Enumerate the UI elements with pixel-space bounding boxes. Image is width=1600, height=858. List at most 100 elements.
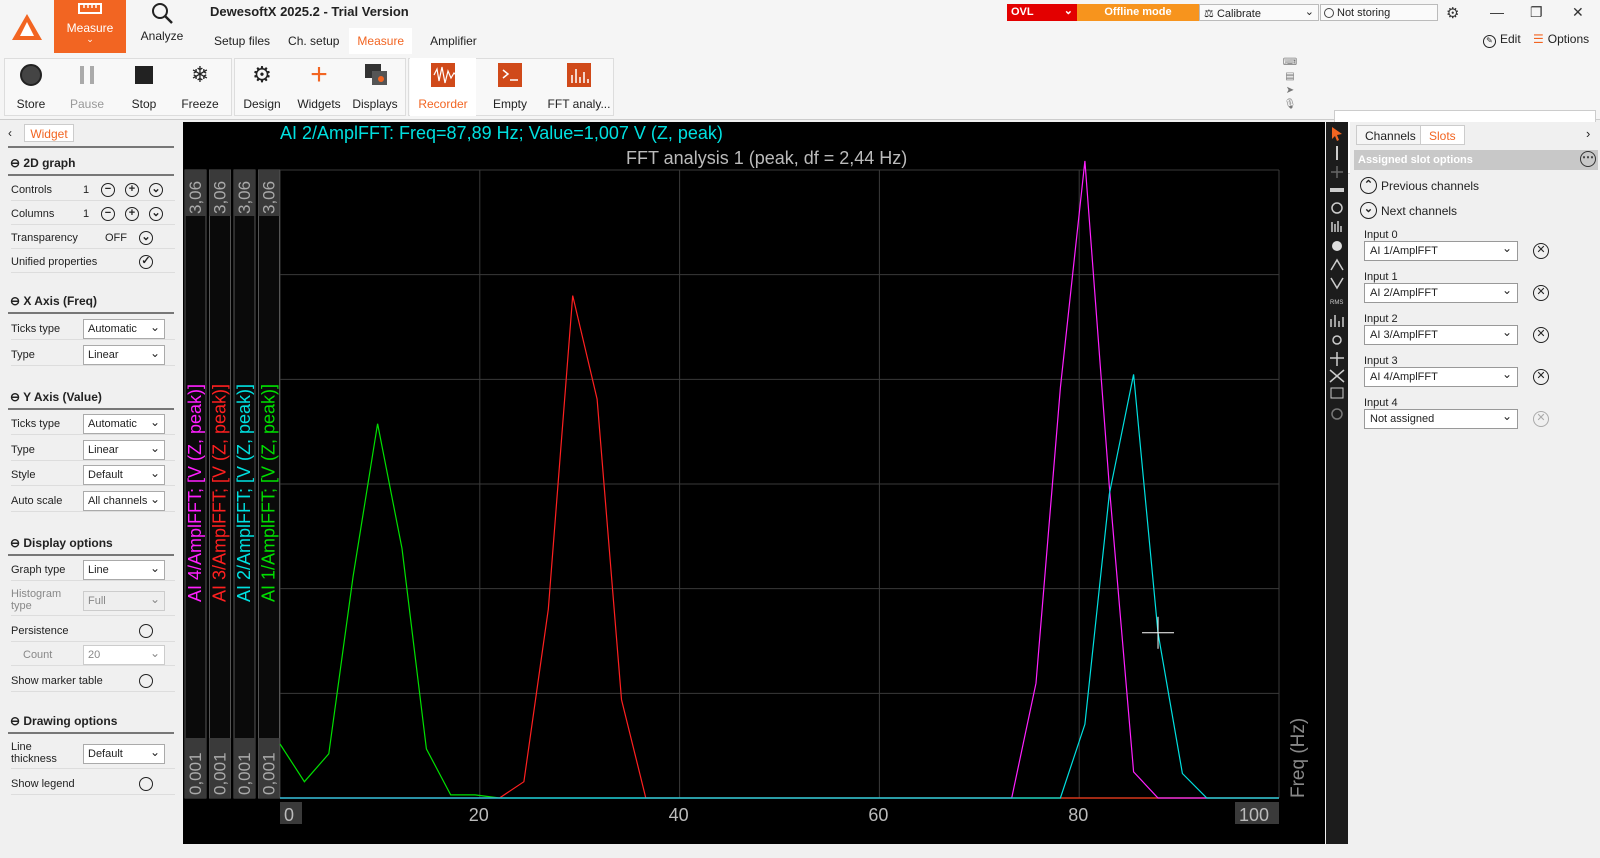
offline-mode-badge[interactable]: Offline mode: [1077, 4, 1199, 21]
empty-display-button[interactable]: Empty: [482, 58, 538, 116]
x-tick-label: 80: [1068, 805, 1088, 825]
input-0-clear-icon[interactable]: ✕: [1533, 243, 1549, 259]
edit-button[interactable]: ✎ Edit: [1483, 32, 1521, 48]
chevron-down-icon[interactable]: ⌄: [149, 182, 163, 197]
section-display-options[interactable]: ⊖ Display options: [10, 536, 113, 550]
close-button[interactable]: ✕: [1572, 4, 1584, 21]
pause-button[interactable]: Pause: [59, 58, 115, 116]
checked-icon[interactable]: ✓: [139, 254, 153, 269]
y-type-select[interactable]: Linear: [83, 440, 165, 460]
tab-ch-setup[interactable]: Ch. setup: [280, 28, 347, 54]
columns-row: Columns 1− + ⌄: [11, 203, 175, 225]
expand-panel-icon[interactable]: ›: [1586, 126, 1590, 141]
notes-side-toolbar: ⌨ ▤ ➤ 🎙: [1282, 56, 1298, 116]
chevron-down-icon[interactable]: ⌄: [139, 230, 153, 245]
input-2-clear-icon[interactable]: ✕: [1533, 327, 1549, 343]
collapse-panel-icon[interactable]: ‹: [8, 126, 12, 140]
minus-icon[interactable]: −: [101, 206, 115, 221]
plus-icon[interactable]: +: [125, 182, 139, 197]
y-style-select[interactable]: Default: [83, 465, 165, 485]
store-button[interactable]: Store: [3, 58, 59, 116]
tab-amplifier[interactable]: Amplifier: [422, 28, 485, 54]
pointer-tool-icon[interactable]: [1332, 127, 1342, 141]
input-1-select[interactable]: AI 2/AmplFFT: [1364, 283, 1518, 303]
fft-chart[interactable]: 3,06 0,001 AI 4/AmplFFT; [V (Z, peak)] 3,06…: [183, 122, 1325, 844]
tab-slots[interactable]: Slots: [1420, 125, 1465, 145]
recorder-button[interactable]: Recorder: [410, 58, 476, 116]
y-axis-channel-label: AI 4/AmplFFT; [V (Z, peak)]: [185, 384, 205, 602]
controls-value: 1: [83, 183, 90, 196]
next-channels-button[interactable]: ⌄ Next channels: [1360, 202, 1457, 219]
input-4-select[interactable]: Not assigned: [1364, 409, 1518, 429]
input-1-clear-icon[interactable]: ✕: [1533, 285, 1549, 301]
freeze-button[interactable]: ❄ Freeze: [172, 58, 228, 116]
notes-icon[interactable]: ▤: [1282, 70, 1298, 84]
section-drawing-options[interactable]: ⊖ Drawing options: [10, 714, 117, 728]
peak-min-icon[interactable]: [1330, 277, 1344, 290]
restore-button[interactable]: ❐: [1530, 4, 1543, 21]
toggle-off-icon[interactable]: [139, 776, 153, 791]
tab-measure[interactable]: Measure: [349, 28, 413, 54]
transparency-value: OFF: [105, 231, 127, 244]
calibrate-dropdown[interactable]: ⚖ Calibrate ⌄: [1199, 4, 1319, 21]
previous-channels-button[interactable]: ⌃ Previous channels: [1360, 177, 1479, 194]
section-x-axis[interactable]: ⊖ X Axis (Freq): [10, 294, 97, 308]
title-bar: Measure ⌄ Analyze DewesoftX 2025.2 - Tri…: [0, 0, 1600, 54]
fft-analysis-button[interactable]: FFT analy...: [546, 58, 612, 116]
storing-status[interactable]: Not storing: [1320, 4, 1438, 21]
main-tab-analyze[interactable]: Analyze: [126, 0, 198, 53]
crosshair-tool-icon[interactable]: [1331, 166, 1343, 178]
x-ticks-select[interactable]: Automatic: [83, 319, 165, 339]
settings-gear-icon[interactable]: ⚙: [1446, 4, 1459, 22]
input-0-select[interactable]: AI 1/AmplFFT: [1364, 241, 1518, 261]
line-thickness-select[interactable]: Default: [83, 744, 165, 764]
microphone-icon[interactable]: 🎙: [1282, 98, 1298, 112]
rms-tool-icon[interactable]: RMS: [1330, 300, 1343, 306]
displays-button[interactable]: Displays: [347, 58, 403, 116]
target-tool-icon[interactable]: [1331, 202, 1343, 214]
input-3-clear-icon[interactable]: ✕: [1533, 369, 1549, 385]
autoscale-select[interactable]: All channels: [83, 491, 165, 511]
minimize-button[interactable]: —: [1490, 4, 1504, 20]
chevron-down-icon[interactable]: ⌄: [149, 206, 163, 221]
zoom-tool-icon[interactable]: [1330, 188, 1344, 192]
ovl-indicator[interactable]: OVL ⌄: [1007, 4, 1077, 21]
delta-tool-icon[interactable]: [1330, 352, 1344, 366]
count-input[interactable]: 20: [83, 645, 165, 665]
collapse-icon: ⊖: [10, 156, 24, 170]
more-options-icon[interactable]: ⋯: [1580, 151, 1596, 167]
grid-tool-icon[interactable]: [1330, 387, 1344, 399]
peak-max-icon[interactable]: [1330, 258, 1344, 271]
input-3-select[interactable]: AI 4/AmplFFT: [1364, 367, 1518, 387]
keyboard-icon[interactable]: ⌨: [1282, 56, 1298, 70]
tab-widget[interactable]: Widget: [24, 124, 74, 142]
toggle-off-icon[interactable]: [139, 673, 153, 688]
transparency-row: Transparency OFF ⌄: [11, 227, 175, 249]
graph-tools-toolbar: RMS: [1326, 122, 1348, 844]
marker-tool-icon[interactable]: [1332, 335, 1342, 345]
tab-channels[interactable]: Channels: [1356, 125, 1425, 145]
tab-setup-files[interactable]: Setup files: [206, 28, 278, 54]
scissors-tool-icon[interactable]: [1329, 369, 1345, 383]
plus-icon[interactable]: +: [125, 206, 139, 221]
graph-type-select[interactable]: Line: [83, 560, 165, 580]
bars-tool-icon[interactable]: [1331, 221, 1342, 232]
close-tool-icon[interactable]: [1331, 408, 1343, 420]
main-tab-measure[interactable]: Measure ⌄: [54, 0, 126, 53]
histogram-tool-icon[interactable]: [1330, 315, 1344, 327]
empty-label: Empty: [492, 97, 527, 111]
fft-graph[interactable]: 3,06 0,001 AI 4/AmplFFT; [V (Z, peak)] 3,06…: [183, 122, 1325, 844]
toggle-off-icon[interactable]: [139, 623, 153, 638]
x-type-select[interactable]: Linear: [83, 345, 165, 365]
settings-tool-icon[interactable]: [1332, 241, 1342, 251]
minus-icon[interactable]: −: [101, 182, 115, 197]
pointer-icon[interactable]: ➤: [1282, 84, 1298, 98]
stop-button[interactable]: Stop: [116, 58, 172, 116]
y-ticks-select[interactable]: Automatic: [83, 414, 165, 434]
section-2d-graph[interactable]: ⊖ 2D graph: [10, 156, 75, 170]
widgets-button[interactable]: + Widgets: [291, 58, 347, 116]
options-button[interactable]: ☰ Options: [1533, 32, 1589, 46]
input-2-select[interactable]: AI 3/AmplFFT: [1364, 325, 1518, 345]
section-y-axis[interactable]: ⊖ Y Axis (Value): [10, 390, 102, 404]
design-button[interactable]: ⚙ Design: [234, 58, 290, 116]
